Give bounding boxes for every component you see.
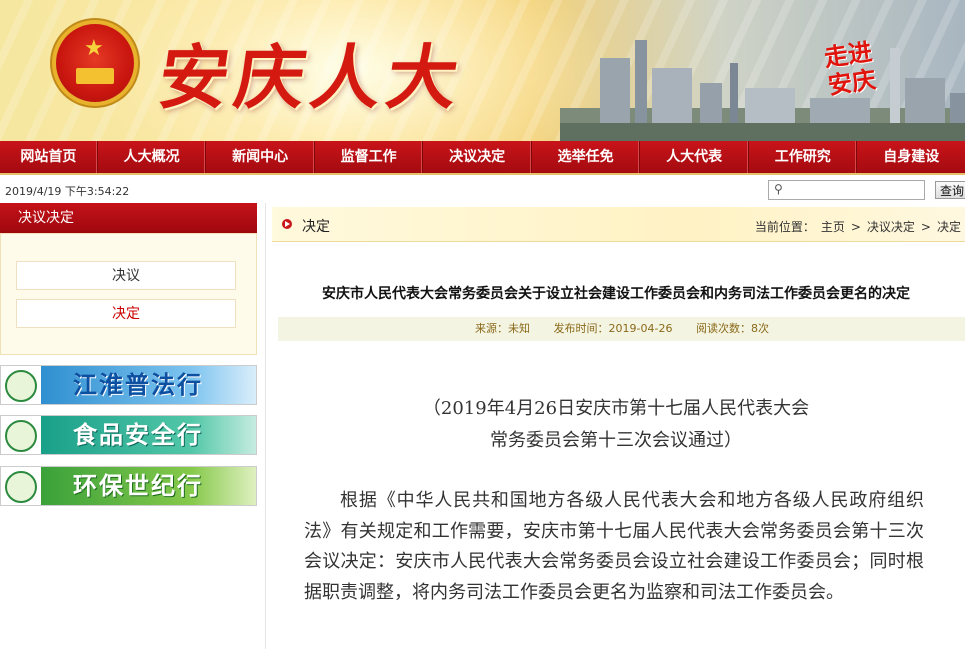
main-nav: 网站首页 人大概况 新闻中心 监督工作 决议决定 选举任免 人大代表 工作研究 … xyxy=(0,141,965,175)
breadcrumb: 当前位置： 主页 > 决议决定 > 决定 xyxy=(752,218,964,235)
main-content: 决定 当前位置： 主页 > 决议决定 > 决定 安庆市人民代表大会常务委员会关于设立社会建… xyxy=(265,203,965,649)
promo-label: 食品安全行 xyxy=(41,416,256,454)
industrial-plant-image xyxy=(560,40,965,141)
search-input[interactable] xyxy=(791,182,919,196)
sidebar-panel: 决议 决定 xyxy=(0,233,257,355)
nav-item-deputies[interactable]: 人大代表 xyxy=(640,141,749,173)
breadcrumb-separator: > xyxy=(850,220,861,234)
nav-item-resolutions[interactable]: 决议决定 xyxy=(423,141,532,173)
slogan-text: 走进安庆 xyxy=(822,36,878,100)
article-subtitle: （2019年4月26日安庆市第十七届人民代表大会 常务委员会第十三次会议通过） xyxy=(266,393,965,457)
nav-item-news[interactable]: 新闻中心 xyxy=(206,141,315,173)
subtitle-line-1: （2019年4月26日安庆市第十七届人民代表大会 xyxy=(422,398,810,419)
nav-item-self-building[interactable]: 自身建设 xyxy=(857,141,965,173)
section-title: 决定 xyxy=(302,219,330,235)
promo-label: 环保世纪行 xyxy=(41,467,256,505)
law-logo-icon xyxy=(1,366,41,404)
breadcrumb-prefix: 当前位置： xyxy=(754,220,815,234)
national-emblem-icon: ★ xyxy=(56,24,134,102)
article-view-count: 阅读次数：8次 xyxy=(695,322,769,335)
food-logo-icon xyxy=(1,416,41,454)
current-datetime: 2019/4/19 下午3:54:22 xyxy=(5,185,130,198)
breadcrumb-item-resolutions[interactable]: 决议决定 xyxy=(867,220,915,234)
nav-item-research[interactable]: 工作研究 xyxy=(749,141,858,173)
nav-item-overview[interactable]: 人大概况 xyxy=(98,141,207,173)
promo-banner-environment[interactable]: 环保世纪行 xyxy=(0,466,257,506)
environment-logo-icon xyxy=(1,467,41,505)
article-source: 来源：未知 xyxy=(475,322,531,335)
sidebar-item-resolutions[interactable]: 决议 xyxy=(16,261,236,290)
site-banner: ★ 安庆人大 走进安庆 xyxy=(0,0,965,141)
site-title: 安庆人大 xyxy=(153,36,470,119)
nav-item-home[interactable]: 网站首页 xyxy=(0,141,98,173)
sidebar-item-decisions[interactable]: 决定 xyxy=(16,299,236,328)
article-meta: 来源：未知 发布时间：2019-04-26 阅读次数：8次 xyxy=(278,317,965,341)
info-bar: 2019/4/19 下午3:54:22 ⚲ 查询 xyxy=(0,175,965,203)
article-title: 安庆市人民代表大会常务委员会关于设立社会建设工作委员会和内务司法工作委员会更名的… xyxy=(322,286,910,302)
promo-banner-law[interactable]: 江淮普法行 xyxy=(0,365,257,405)
nav-item-elections[interactable]: 选举任免 xyxy=(532,141,641,173)
article-publish-time: 发布时间：2019-04-26 xyxy=(553,322,673,335)
article-body: 根据《中华人民共和国地方各级人民代表大会和地方各级人民政府组织法》有关规定和工作… xyxy=(304,490,924,603)
subtitle-line-2: 常务委员会第十三次会议通过） xyxy=(490,430,742,451)
search-button[interactable]: 查询 xyxy=(935,181,965,199)
breadcrumb-item-decisions[interactable]: 决定 xyxy=(937,220,961,234)
breadcrumb-item-home[interactable]: 主页 xyxy=(821,220,845,234)
sidebar-title: 决议决定 xyxy=(0,203,257,233)
promo-label: 江淮普法行 xyxy=(41,366,256,404)
section-header: 决定 当前位置： 主页 > 决议决定 > 决定 xyxy=(272,207,965,242)
search-box[interactable]: ⚲ xyxy=(768,180,925,200)
search-icon: ⚲ xyxy=(774,182,783,196)
promo-banner-food[interactable]: 食品安全行 xyxy=(0,415,257,455)
breadcrumb-separator: > xyxy=(920,220,931,234)
nav-item-supervision[interactable]: 监督工作 xyxy=(315,141,424,173)
bullet-arrow-icon xyxy=(282,219,292,229)
